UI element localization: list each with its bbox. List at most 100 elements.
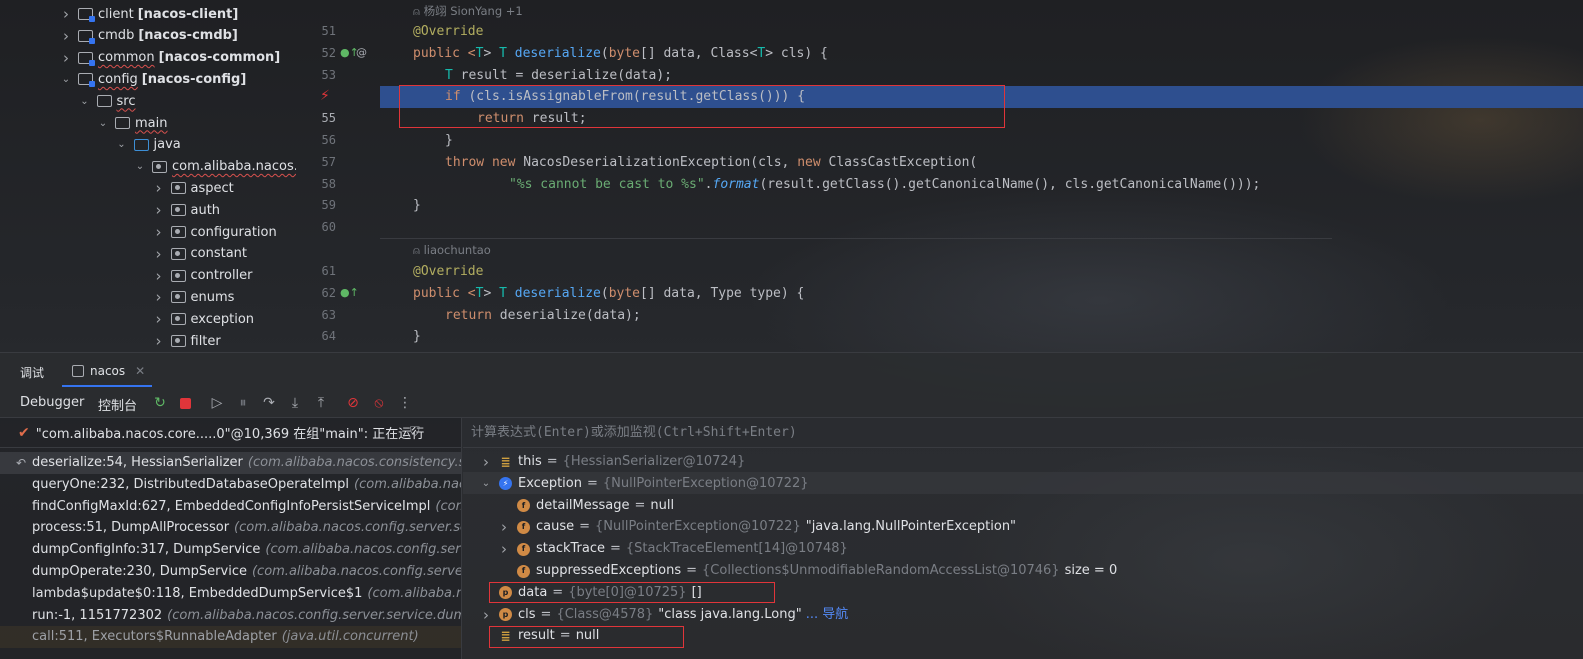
rerun-icon[interactable]: ↻: [150, 393, 170, 413]
token: public <: [413, 46, 476, 61]
tree-item-constant[interactable]: › constant: [153, 243, 248, 265]
variable-name: result: [518, 628, 555, 644]
line-number: 53: [321, 68, 336, 82]
variable-detailmessage[interactable]: f detailMessage = null: [497, 495, 674, 517]
stack-frame[interactable]: findConfigMaxId:627, EmbeddedConfigInfoP…: [0, 496, 461, 518]
tree-item-enums[interactable]: › enums: [153, 286, 235, 308]
package-icon: [170, 226, 186, 238]
navigate-link[interactable]: ... 导航: [806, 604, 849, 626]
chevron-right-icon[interactable]: ›: [60, 27, 72, 45]
variable-suppressedexceptions[interactable]: f suppressedExceptions = {Collections$Unmod…: [497, 560, 1117, 582]
chevron-right-icon[interactable]: ›: [479, 451, 493, 473]
chevron-right-icon[interactable]: ›: [153, 310, 165, 328]
tree-item-configuration[interactable]: › configuration: [153, 221, 277, 243]
module-name: [nacos-config]: [141, 71, 247, 87]
variable-name: cause: [536, 519, 575, 535]
tree-item-com-alibaba-nacos-c[interactable]: ⌄ com.alibaba.nacos.c: [134, 156, 296, 178]
evaluate-expression-input[interactable]: [471, 425, 1171, 440]
tab-debugger[interactable]: Debugger: [20, 395, 84, 410]
tree-item-java[interactable]: ⌄ java: [116, 134, 180, 156]
stack-frame[interactable]: dumpConfigInfo:317, DumpService (com.alib…: [0, 539, 461, 561]
stack-frame[interactable]: call:511, Executors$RunnableAdapter (java…: [0, 626, 461, 649]
variable-stacktrace[interactable]: › f stackTrace = {StackTraceElement[14]@1074…: [497, 538, 848, 560]
stack-frame[interactable]: run:-1, 1151772302 (com.alibaba.nacos.con…: [0, 605, 461, 627]
frame-method: dumpOperate:230, DumpService: [32, 564, 247, 579]
code-line-52: public <T> T deserialize(byte[] data, Cl…: [413, 43, 828, 65]
chevron-right-icon[interactable]: ›: [153, 245, 165, 263]
chevron-right-icon[interactable]: ›: [153, 288, 165, 306]
project-tree: › client [nacos-client] › cmdb [nacos-cmdb] › c…: [0, 0, 296, 352]
chevron-down-icon[interactable]: ⌄: [116, 139, 128, 150]
resume-icon[interactable]: ▷: [207, 393, 227, 413]
tree-item-name: filter: [190, 333, 221, 349]
tree-item-label: exception: [191, 312, 255, 327]
variable-exception[interactable]: ⌄ ⚡ Exception = {NullPointerException@10722}: [479, 473, 809, 495]
chevron-right-icon[interactable]: ›: [497, 538, 511, 560]
token: T: [445, 68, 453, 83]
stack-frame[interactable]: lambda$update$0:118, EmbeddedDumpService…: [0, 583, 461, 605]
token: [] data, Type type) {: [640, 286, 805, 301]
tree-item-config[interactable]: ⌄ config [nacos-config]: [60, 68, 246, 90]
variable-name: detailMessage: [536, 497, 630, 513]
chevron-right-icon[interactable]: ›: [479, 604, 493, 626]
tree-item-src[interactable]: ⌄ src: [79, 90, 135, 112]
chevron-right-icon[interactable]: ›: [497, 516, 511, 538]
tree-item-cmdb[interactable]: › cmdb [nacos-cmdb]: [60, 25, 238, 47]
step-into-icon[interactable]: ⤓: [285, 393, 305, 413]
breakpoint-icon[interactable]: ⚡: [320, 88, 330, 104]
variable-cls[interactable]: › p cls = {Class@4578} "class java.lang.Long"…: [479, 604, 848, 626]
chevron-right-icon[interactable]: ›: [153, 267, 165, 285]
close-icon[interactable]: ✕: [135, 364, 145, 378]
view-breakpoints-icon[interactable]: ⊘: [343, 393, 363, 413]
more-options-icon[interactable]: ⋮: [395, 393, 415, 413]
stack-frame[interactable]: process:51, DumpAllProcessor (com.alibaba…: [0, 517, 461, 539]
frame-package: (com.alibaba.nacos.config.server.service…: [251, 564, 461, 579]
frame-package: (com.alibaba.nacos.config.server.service…: [167, 607, 461, 623]
filter-icon[interactable]: ⛉: [410, 425, 420, 440]
variable-cause[interactable]: › f cause = {NullPointerException@10722} "jav…: [497, 516, 1016, 538]
code-editor[interactable]: ⍝ 杨翊 SionYang +1 @Override public <T> T …: [380, 0, 1583, 352]
tree-item-common[interactable]: › common [nacos-common]: [60, 47, 280, 69]
chevron-right-icon[interactable]: ›: [60, 5, 72, 23]
tab-nacos[interactable]: nacos ✕: [62, 357, 152, 387]
code-line-54: if (cls.isAssignableFrom(result.getClass…: [445, 86, 805, 108]
step-out-icon[interactable]: ⤒: [311, 393, 331, 413]
step-over-icon[interactable]: ↷: [259, 393, 279, 413]
variable-data[interactable]: p data = {byte[0]@10725}[]: [479, 582, 702, 604]
stop-button[interactable]: [175, 393, 195, 413]
method-separator: [380, 238, 1332, 239]
chevron-down-icon[interactable]: ⌄: [134, 161, 146, 172]
frame-package: (com.alibaba.nacos.config): [367, 585, 461, 601]
chevron-down-icon[interactable]: ⌄: [97, 118, 109, 129]
stack-frame[interactable]: dumpOperate:230, DumpService (com.alibaba…: [0, 561, 461, 583]
chevron-right-icon[interactable]: ›: [153, 179, 165, 197]
tree-item-client[interactable]: › client [nacos-client]: [60, 3, 238, 25]
variable-result[interactable]: ≣ result = null: [479, 625, 599, 647]
chevron-down-icon[interactable]: ⌄: [79, 96, 91, 107]
variable-this[interactable]: › ≣ this = {HessianSerializer@10724}: [479, 451, 745, 473]
chevron-down-icon[interactable]: ⌄: [479, 473, 493, 495]
frame-method: run:-1, 1151772302: [32, 607, 163, 623]
stack-frame[interactable]: queryOne:232, DistributedDatabaseOperate…: [0, 474, 461, 496]
mute-breakpoints-icon[interactable]: ⦸: [369, 393, 389, 413]
variable-type: {Collections$UnmodifiableRandomAccessLis…: [702, 563, 1060, 578]
chevron-right-icon[interactable]: ›: [153, 332, 165, 350]
annotation-marker-icon[interactable]: @: [356, 46, 367, 59]
tree-item-aspect[interactable]: › aspect: [153, 177, 234, 199]
stack-frame[interactable]: ↶ deserialize:54, HessianSerializer (com.a…: [0, 452, 461, 474]
thread-selector[interactable]: ✔ "com.alibaba.nacos.core.....0"@10,369 …: [0, 418, 461, 448]
chevron-right-icon[interactable]: ›: [153, 223, 165, 241]
tree-item-controller[interactable]: › controller: [153, 265, 253, 287]
tab-console[interactable]: 控制台: [98, 395, 137, 414]
token: new: [491, 155, 516, 170]
tree-item-main[interactable]: ⌄ main: [97, 112, 168, 134]
chevron-down-icon[interactable]: ⌄: [60, 74, 72, 85]
override-marker-icon[interactable]: ●↑: [340, 286, 359, 299]
pause-icon[interactable]: ⏸: [233, 393, 253, 413]
chevron-right-icon[interactable]: ›: [60, 49, 72, 67]
tree-item-exception[interactable]: › exception: [153, 308, 255, 330]
tree-item-auth[interactable]: › auth: [153, 199, 221, 221]
chevron-right-icon[interactable]: ›: [153, 201, 165, 219]
tree-item-filter[interactable]: › filter: [153, 330, 221, 352]
